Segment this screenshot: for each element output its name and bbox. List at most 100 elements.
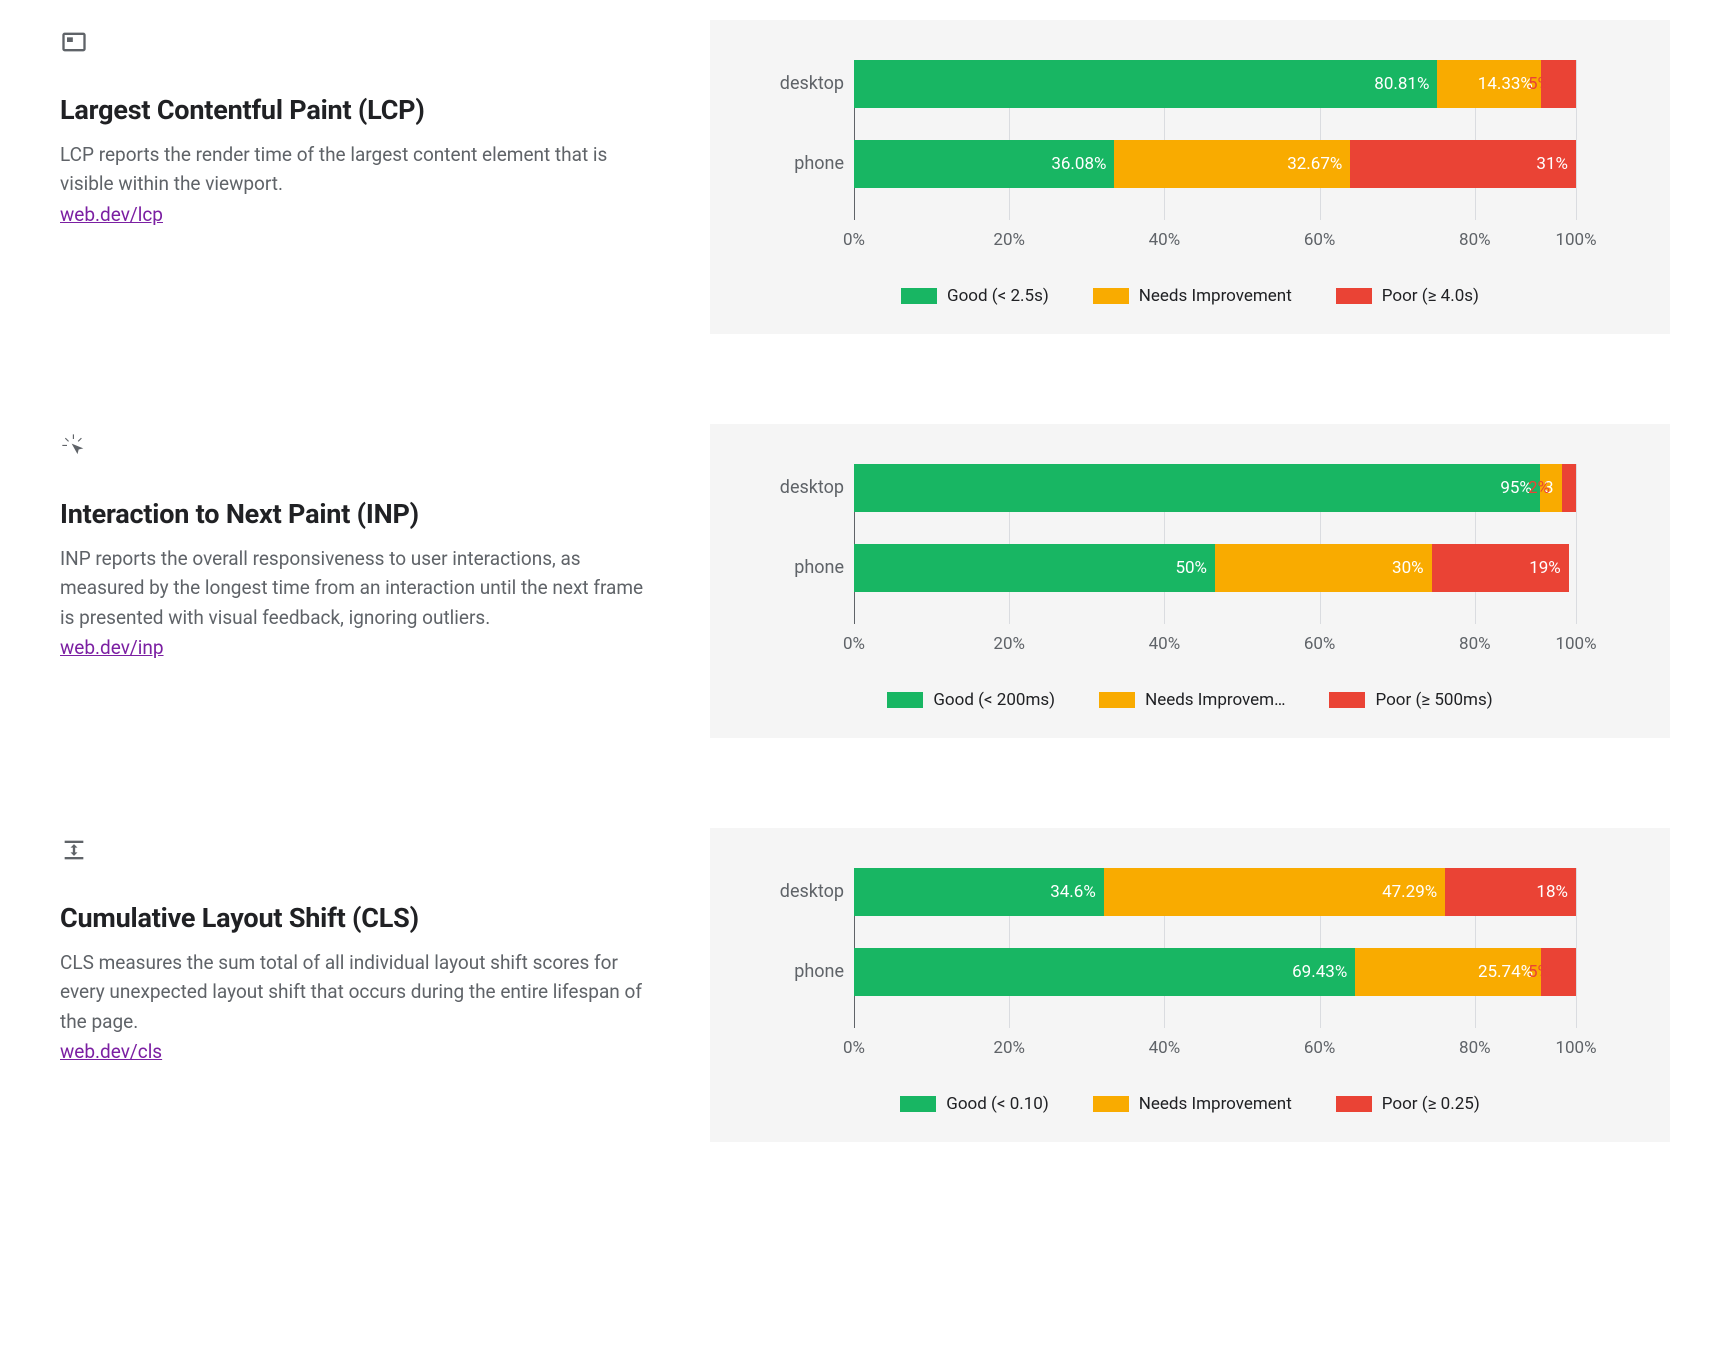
metric-title: Cumulative Layout Shift (CLS) [60, 902, 660, 934]
segment-mid: 32.67% [1114, 140, 1350, 188]
tick: 0% [843, 230, 865, 250]
legend-label: Poor (≥ 0.25) [1382, 1094, 1480, 1114]
legend-good: Good (< 2.5s) [901, 286, 1049, 306]
legend-label: Needs Improvement [1139, 286, 1292, 306]
legend-label: Needs Improvement [1139, 1094, 1292, 1114]
segment-good: 34.6% [854, 868, 1104, 916]
metric-inp: Interaction to Next Paint (INP) INP repo… [60, 424, 1670, 738]
tick: 60% [1304, 634, 1336, 654]
bar-phone: 69.43% 25.74% 5% [854, 948, 1576, 996]
y-label: desktop [750, 868, 844, 928]
metric-link[interactable]: web.dev/inp [60, 636, 164, 659]
metric-title: Interaction to Next Paint (INP) [60, 498, 660, 530]
tick: 80% [1459, 1038, 1491, 1058]
tick: 80% [1459, 230, 1491, 250]
tick: 80% [1459, 634, 1491, 654]
tick: 60% [1304, 230, 1336, 250]
bar-phone: 50% 30% 19% [854, 544, 1576, 592]
legend-label: Poor (≥ 4.0s) [1382, 286, 1479, 306]
legend: Good (< 0.10) Needs Improvement Poor (≥ … [750, 1094, 1630, 1114]
y-label: phone [750, 948, 844, 1008]
bar-desktop: 80.81% 14.33% 5% [854, 60, 1576, 108]
chart-panel-inp: desktop phone 95% 3 2% [710, 424, 1670, 738]
tick: 20% [993, 634, 1025, 654]
swatch-poor-icon [1329, 692, 1365, 708]
chart: desktop phone 95% 3 2% [750, 464, 1630, 710]
plot-area: 95% 3 2% 50% 30% 19% [854, 464, 1630, 624]
legend-label: Good (< 2.5s) [947, 286, 1049, 306]
y-axis-labels: desktop phone [750, 60, 854, 220]
tick: 60% [1304, 1038, 1336, 1058]
y-axis-labels: desktop phone [750, 464, 854, 624]
segment-good: 80.81% [854, 60, 1437, 108]
tick: 40% [1149, 230, 1181, 250]
legend-poor: Poor (≥ 4.0s) [1336, 286, 1479, 306]
bar-desktop: 95% 3 2% [854, 464, 1576, 512]
segment-good: 50% [854, 544, 1215, 592]
segment-good: 36.08% [854, 140, 1114, 188]
chart: desktop phone 34.6% 47.29% 18% [750, 868, 1630, 1114]
legend-good: Good (< 0.10) [900, 1094, 1049, 1114]
legend-mid: Needs Improvem… [1099, 690, 1285, 710]
lcp-icon [60, 28, 88, 56]
bar-phone: 36.08% 32.67% 31% [854, 140, 1576, 188]
x-axis-ticks: 0% 20% 40% 60% 80% 100% [854, 1038, 1630, 1066]
segment-good: 95% [854, 464, 1540, 512]
legend-label: Needs Improvem… [1145, 690, 1285, 710]
tick: 20% [993, 1038, 1025, 1058]
segment-mid: 14.33% [1437, 60, 1540, 108]
legend: Good (< 200ms) Needs Improvem… Poor (≥ 5… [750, 690, 1630, 710]
metric-link[interactable]: web.dev/cls [60, 1040, 162, 1063]
legend: Good (< 2.5s) Needs Improvement Poor (≥ … [750, 286, 1630, 306]
legend-label: Good (< 200ms) [933, 690, 1055, 710]
swatch-mid-icon [1093, 1096, 1129, 1112]
segment-poor: 18% [1445, 868, 1576, 916]
y-axis-labels: desktop phone [750, 868, 854, 1028]
metric-title: Largest Contentful Paint (LCP) [60, 94, 660, 126]
segment-poor: 19% [1432, 544, 1569, 592]
tick: 100% [1555, 634, 1596, 654]
chart-panel-cls: desktop phone 34.6% 47.29% 18% [710, 828, 1670, 1142]
plot-area: 34.6% 47.29% 18% 69.43% 25.74% 5% [854, 868, 1630, 1028]
segment-mid: 47.29% [1104, 868, 1445, 916]
swatch-good-icon [887, 692, 923, 708]
segment-mid: 30% [1215, 544, 1432, 592]
metric-info: Interaction to Next Paint (INP) INP repo… [60, 424, 660, 659]
poor-outside-label: 2% [1528, 464, 1550, 512]
poor-outside-label: 5% [1528, 948, 1550, 996]
segment-poor: 31% [1350, 140, 1576, 188]
tick: 20% [993, 230, 1025, 250]
chart-panel-lcp: desktop phone 80.81% 14.33% 5% [710, 20, 1670, 334]
tick: 100% [1555, 1038, 1596, 1058]
legend-mid: Needs Improvement [1093, 286, 1292, 306]
x-axis-ticks: 0% 20% 40% 60% 80% 100% [854, 634, 1630, 662]
metric-desc: INP reports the overall responsiveness t… [60, 544, 660, 632]
swatch-good-icon [901, 288, 937, 304]
cls-icon [60, 836, 88, 864]
segment-good: 69.43% [854, 948, 1355, 996]
tick: 40% [1149, 634, 1181, 654]
tick: 100% [1555, 230, 1596, 250]
legend-poor: Poor (≥ 500ms) [1329, 690, 1492, 710]
plot-area: 80.81% 14.33% 5% 36.08% 32.67% 31% [854, 60, 1630, 220]
legend-good: Good (< 200ms) [887, 690, 1055, 710]
tick: 0% [843, 1038, 865, 1058]
inp-icon [60, 432, 88, 460]
chart: desktop phone 80.81% 14.33% 5% [750, 60, 1630, 306]
tick: 0% [843, 634, 865, 654]
legend-poor: Poor (≥ 0.25) [1336, 1094, 1480, 1114]
metric-info: Largest Contentful Paint (LCP) LCP repor… [60, 20, 660, 226]
metric-desc: CLS measures the sum total of all indivi… [60, 948, 660, 1036]
metric-lcp: Largest Contentful Paint (LCP) LCP repor… [60, 20, 1670, 334]
y-label: desktop [750, 60, 844, 120]
swatch-mid-icon [1099, 692, 1135, 708]
swatch-poor-icon [1336, 288, 1372, 304]
legend-label: Good (< 0.10) [946, 1094, 1049, 1114]
poor-outside-label: 5% [1528, 60, 1550, 108]
legend-mid: Needs Improvement [1093, 1094, 1292, 1114]
metric-link[interactable]: web.dev/lcp [60, 203, 163, 226]
swatch-poor-icon [1336, 1096, 1372, 1112]
swatch-mid-icon [1093, 288, 1129, 304]
legend-label: Poor (≥ 500ms) [1375, 690, 1492, 710]
y-label: desktop [750, 464, 844, 524]
